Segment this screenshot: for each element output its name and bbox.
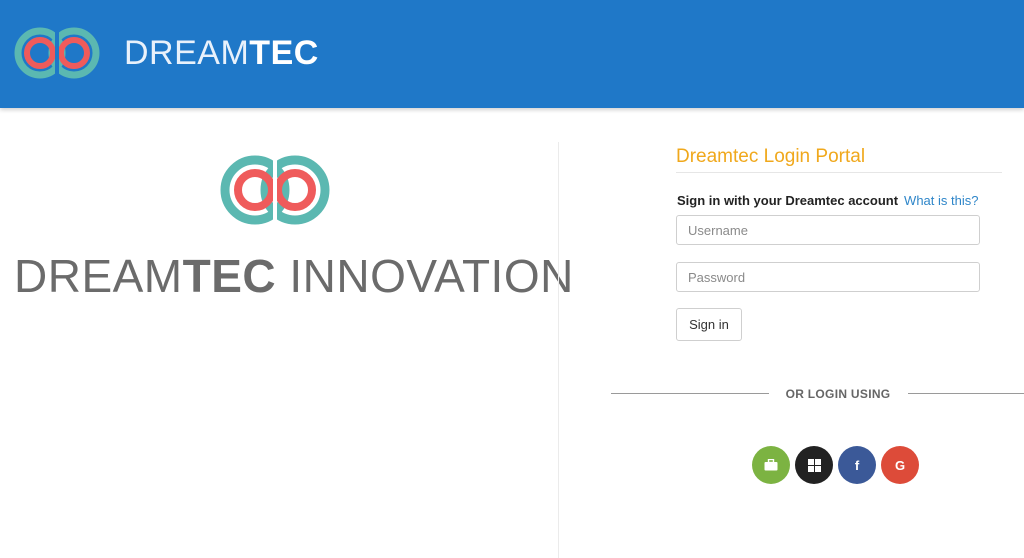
- username-input[interactable]: [676, 215, 980, 245]
- hero-logo-icon: [220, 150, 330, 230]
- brand-name-bold: TEC: [249, 34, 319, 72]
- hero-text-light: DREAM: [14, 250, 183, 302]
- facebook-icon: f: [854, 457, 860, 473]
- facebook-login-button[interactable]: f: [838, 446, 876, 484]
- or-divider-right: [908, 393, 1024, 394]
- signin-button[interactable]: Sign in: [676, 308, 742, 341]
- google-login-button[interactable]: G: [881, 446, 919, 484]
- dreamtec-logo-icon[interactable]: [12, 20, 102, 84]
- windows-icon: [807, 458, 821, 472]
- signin-prompt-text: Sign in with your Dreamtec account: [677, 193, 899, 208]
- or-login-using-label: OR LOGIN USING: [785, 387, 891, 401]
- google-icon: G: [894, 457, 906, 473]
- hero-brand-text: DREAMTEC INNOVATION: [14, 248, 574, 304]
- title-divider: [676, 172, 1002, 173]
- briefcase-icon: [764, 459, 778, 471]
- or-divider-left: [611, 393, 769, 394]
- signin-prompt-row: Sign in with your Dreamtec account What i…: [677, 192, 978, 209]
- briefcase-login-button[interactable]: [752, 446, 790, 484]
- top-header-bar: DREAMTEC: [0, 0, 1024, 108]
- brand-name: DREAMTEC: [124, 33, 319, 73]
- brand-name-light: DREAM: [124, 34, 250, 72]
- windows-login-button[interactable]: [795, 446, 833, 484]
- vertical-divider: [558, 142, 559, 558]
- hero-text-bold: TEC: [182, 250, 277, 302]
- hero-text-innovation: INNOVATION: [276, 250, 574, 302]
- login-portal-title: Dreamtec Login Portal: [676, 146, 866, 167]
- what-is-this-link[interactable]: What is this?: [904, 193, 978, 208]
- password-input[interactable]: [676, 262, 980, 292]
